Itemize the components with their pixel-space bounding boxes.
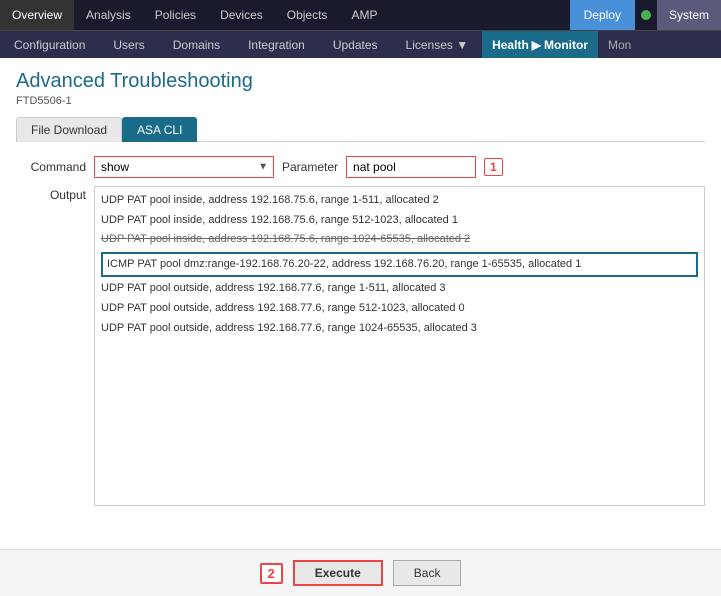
status-dot [641,10,651,20]
tab-file-download[interactable]: File Download [16,117,122,142]
tabs-container: File Download ASA CLI [16,117,705,142]
nav-analysis[interactable]: Analysis [74,0,143,30]
output-line: UDP PAT pool outside, address 192.168.77… [101,279,698,299]
nav-health-monitor[interactable]: Health ▶ Monitor [482,31,598,58]
page-subtitle: FTD5506-1 [16,95,705,107]
second-navigation: Configuration Users Domains Integration … [0,30,721,58]
badge-2: 2 [260,563,283,584]
page-content: Advanced Troubleshooting FTD5506-1 File … [0,58,721,596]
output-line: UDP PAT pool inside, address 192.168.75.… [101,211,698,231]
system-button[interactable]: System [657,0,721,30]
nav-amp[interactable]: AMP [339,0,389,30]
badge-1: 1 [484,158,503,176]
output-area: Output UDP PAT pool inside, address 192.… [16,186,705,506]
monitor-label: Monitor [544,38,588,52]
output-line: UDP PAT pool inside, address 192.168.75.… [101,191,698,211]
top-navigation: Overview Analysis Policies Devices Objec… [0,0,721,30]
back-button[interactable]: Back [393,560,462,586]
output-line: ICMP PAT pool dmz:range-192.168.76.20-22… [101,252,698,278]
parameter-input[interactable] [346,156,476,178]
nav-policies[interactable]: Policies [143,0,208,30]
command-row: Command show ▼ Parameter 1 [16,156,705,178]
execute-button[interactable]: Execute [293,560,383,586]
nav-updates[interactable]: Updates [319,31,392,58]
nav-users[interactable]: Users [99,31,158,58]
nav-licenses[interactable]: Licenses ▼ [392,31,483,58]
deploy-status [635,0,657,30]
nav-domains[interactable]: Domains [159,31,234,58]
bottom-bar: 2 Execute Back [0,549,721,596]
deploy-button[interactable]: Deploy [570,0,635,30]
nav-configuration[interactable]: Configuration [0,31,99,58]
output-line: UDP PAT pool inside, address 192.168.75.… [101,230,698,250]
tab-asa-cli[interactable]: ASA CLI [122,117,197,142]
nav-devices[interactable]: Devices [208,0,275,30]
output-box: UDP PAT pool inside, address 192.168.75.… [94,186,705,506]
nav-integration[interactable]: Integration [234,31,319,58]
output-line: UDP PAT pool outside, address 192.168.77… [101,299,698,319]
nav-overview[interactable]: Overview [0,0,74,30]
command-select[interactable]: show [94,156,274,178]
command-label: Command [16,160,86,174]
parameter-label: Parameter [282,160,338,174]
command-select-wrapper: show ▼ [94,156,274,178]
output-label: Output [16,186,86,202]
health-label: Health [492,38,529,52]
nav-objects[interactable]: Objects [275,0,340,30]
page-title: Advanced Troubleshooting [16,70,705,93]
output-line: UDP PAT pool outside, address 192.168.77… [101,319,698,339]
nav-mon: Mon [598,31,641,58]
health-arrow: ▶ [532,38,541,52]
